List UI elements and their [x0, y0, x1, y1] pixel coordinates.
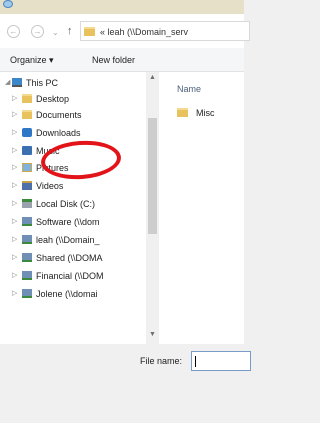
up-arrow-icon: ↑ [67, 25, 73, 37]
tree-item-desktop[interactable]: ▷ Desktop [0, 91, 150, 107]
toolbar: Organize ▾ New folder [0, 48, 244, 72]
collapse-arrow-icon[interactable]: ▷ [12, 199, 17, 207]
disk-icon [22, 199, 32, 208]
folder-icon [177, 108, 188, 117]
network-drive-icon [22, 253, 32, 262]
collapse-arrow-icon[interactable]: ▷ [12, 110, 17, 118]
file-name-row: File name: [0, 344, 251, 376]
forward-button[interactable]: → [31, 25, 44, 38]
back-button[interactable]: ← [7, 25, 20, 38]
collapse-arrow-icon[interactable]: ▷ [12, 271, 17, 279]
address-box[interactable]: « leah (\\Domain_serv [80, 21, 250, 41]
list-item-misc[interactable]: Misc [177, 107, 237, 121]
collapse-arrow-icon[interactable]: ▷ [12, 163, 17, 171]
new-folder-button[interactable]: New folder [92, 55, 135, 65]
tree-item-local-disk[interactable]: ▷ Local Disk (C:) [0, 196, 150, 212]
tree-item-shared[interactable]: ▷ Shared (\\DOMA [0, 250, 150, 266]
collapse-arrow-icon[interactable]: ▷ [12, 94, 17, 102]
collapse-arrow-icon[interactable]: ▷ [12, 289, 17, 297]
tree-item-documents[interactable]: ▷ Documents [0, 107, 150, 123]
tree-item-label: Shared (\\DOMA [36, 253, 103, 263]
tree-item-label: Videos [36, 181, 64, 191]
tree-item-this-pc[interactable]: ◢ This PC [0, 75, 150, 91]
tree-item-financial[interactable]: ▷ Financial (\\DOM [0, 268, 150, 284]
network-drive-icon [22, 271, 32, 280]
chevron-down-icon: ⌄ [52, 28, 59, 37]
organize-button[interactable]: Organize ▾ [10, 55, 54, 66]
title-bar [0, 0, 244, 14]
navigation-pane-scrollbar[interactable]: ▲ ▼ [146, 72, 159, 344]
column-header-name[interactable]: Name [177, 84, 201, 94]
folder-icon [22, 94, 32, 103]
file-list-pane: Name Misc [163, 72, 244, 344]
computer-icon [12, 78, 22, 87]
folder-icon [84, 27, 95, 36]
tree-item-label: leah (\\Domain_ [36, 235, 100, 245]
network-drive-icon [22, 235, 32, 244]
file-name-label: File name: [140, 356, 183, 366]
list-item-label: Misc [196, 108, 215, 118]
tree-item-label: Software (\\dom [36, 217, 100, 227]
videos-icon [22, 181, 32, 190]
tree-item-downloads[interactable]: ▷ Downloads [0, 125, 150, 141]
file-name-input[interactable] [191, 351, 251, 371]
tree-item-label: Documents [36, 110, 82, 120]
tree-item-jolene[interactable]: ▷ Jolene (\\domai [0, 286, 150, 302]
up-button[interactable]: ↑ [67, 25, 73, 37]
tree-item-label: Downloads [36, 128, 81, 138]
network-drive-icon [22, 217, 32, 226]
collapse-arrow-icon[interactable]: ▷ [12, 235, 17, 243]
dialog-footer [0, 376, 244, 423]
scrollbar-thumb[interactable] [148, 118, 157, 234]
music-icon [22, 146, 32, 155]
tree-item-label: This PC [26, 78, 59, 88]
tree-item-software[interactable]: ▷ Software (\\dom [0, 214, 150, 230]
app-icon [3, 0, 13, 8]
tree-item-label: Local Disk (C:) [36, 199, 96, 209]
recent-locations-dropdown[interactable]: ⌄ [52, 28, 59, 37]
downloads-icon [22, 128, 32, 137]
address-path: « leah (\\Domain_serv [100, 27, 189, 37]
navigation-pane: ◢ This PC ▷ Desktop ▷ Documents ▷ Downlo… [0, 72, 163, 344]
tree-item-label: Financial (\\DOM [36, 271, 104, 281]
forward-arrow-icon: → [33, 27, 42, 36]
collapse-arrow-icon[interactable]: ▷ [12, 217, 17, 225]
tree-item-label: Desktop [36, 94, 70, 104]
tree-item-videos[interactable]: ▷ Videos [0, 178, 150, 194]
collapse-arrow-icon[interactable]: ▷ [12, 181, 17, 189]
collapse-arrow-icon[interactable]: ▷ [12, 253, 17, 261]
back-arrow-icon: ← [9, 27, 18, 36]
collapse-arrow-icon[interactable]: ▷ [12, 128, 17, 136]
folder-icon [22, 110, 32, 119]
pictures-icon [22, 163, 32, 172]
tree-item-leah[interactable]: ▷ leah (\\Domain_ [0, 232, 150, 248]
scroll-down-icon[interactable]: ▼ [149, 331, 156, 338]
expand-arrow-icon[interactable]: ◢ [5, 78, 10, 86]
network-drive-icon [22, 289, 32, 298]
text-caret [195, 356, 196, 367]
scroll-up-icon[interactable]: ▲ [149, 74, 156, 81]
collapse-arrow-icon[interactable]: ▷ [12, 146, 17, 154]
address-bar-row: ← → ⌄ ↑ « leah (\\Domain_serv [0, 14, 250, 48]
tree-item-label: Jolene (\\domai [36, 289, 98, 299]
